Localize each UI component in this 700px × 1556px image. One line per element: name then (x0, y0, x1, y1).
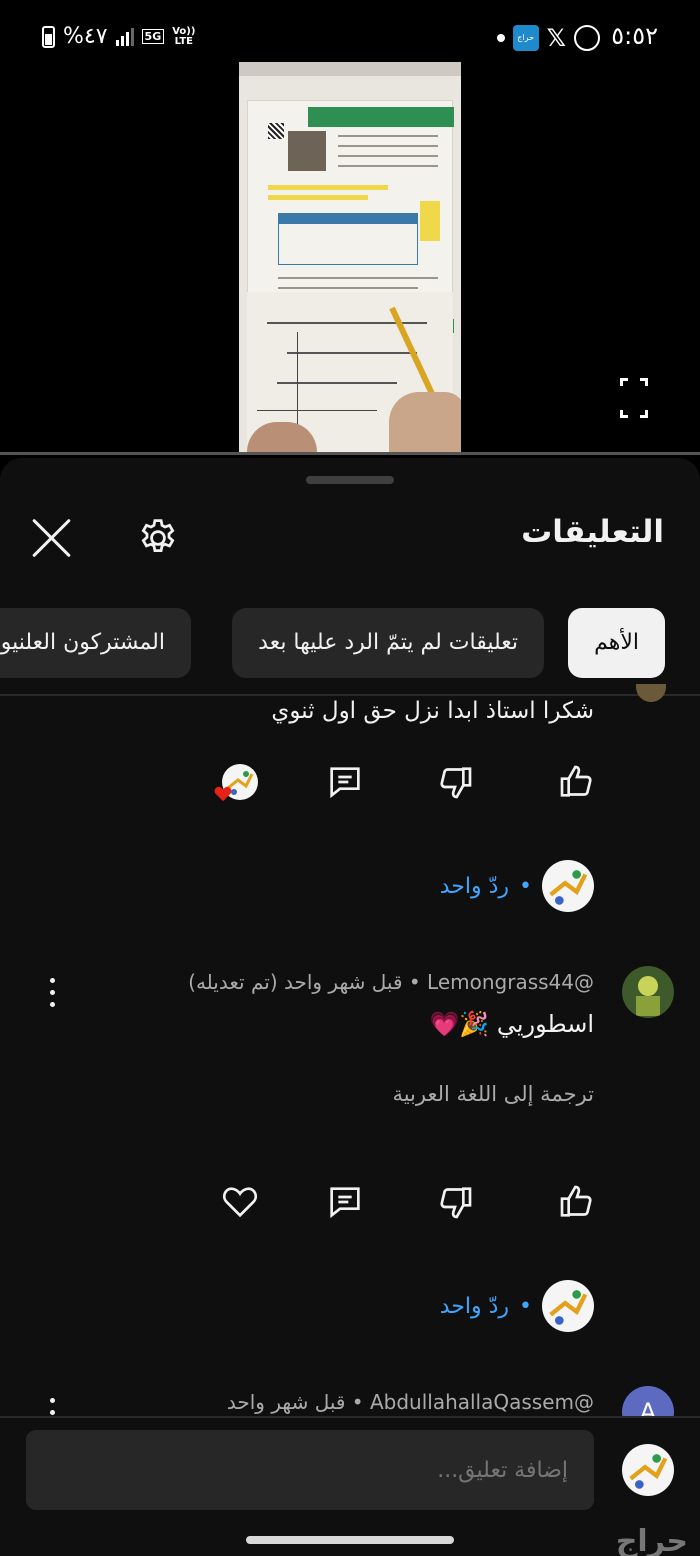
heart-outline-icon[interactable] (220, 1182, 260, 1222)
comment-meta: @Lemongrass44 • قبل شهر واحد (تم تعديله) (188, 970, 594, 994)
replies-link[interactable]: • ردّ واحد (440, 860, 594, 912)
more-options-icon[interactable] (40, 976, 64, 1010)
thumbs-up-icon[interactable] (557, 762, 597, 802)
reply-avatar (542, 1280, 594, 1332)
haraj-app-icon: حراج (512, 25, 539, 51)
x-app-icon: 𝕏 (546, 24, 566, 52)
video-player[interactable] (0, 62, 700, 454)
comment-time: قبل شهر واحد (226, 1390, 346, 1414)
reply-icon[interactable] (325, 762, 365, 802)
translate-link[interactable]: ترجمة إلى اللغة العربية (392, 1082, 594, 1106)
add-comment-bar: حراج (0, 1416, 700, 1556)
replies-count: ردّ واحد (439, 1293, 510, 1319)
comments-title: التعليقات (521, 514, 664, 550)
video-progress-bar[interactable] (0, 452, 700, 455)
creator-heart-icon (214, 786, 232, 802)
comments-sheet: التعليقات الأهم تعليقات لم يتمّ الرد علي… (0, 458, 700, 1556)
chip-top[interactable]: الأهم (568, 608, 665, 678)
comment-author[interactable]: @AbdullahallaQassem (370, 1390, 594, 1414)
battery-percent: %٤٧ (63, 24, 108, 49)
fullscreen-icon[interactable] (620, 378, 648, 418)
comment-text: اسطوريي 🎉💗 (429, 1010, 594, 1038)
reply-icon[interactable] (325, 1182, 365, 1222)
network-5g: 5G (141, 29, 165, 44)
volte-icon: Vo)) LTE (172, 25, 196, 47)
reply-avatar (542, 860, 594, 912)
home-indicator[interactable] (246, 1536, 454, 1544)
whatsapp-icon (574, 25, 600, 51)
battery-icon (42, 25, 55, 48)
notification-icons: حراج 𝕏 (496, 24, 600, 52)
meta-separator: • (345, 1390, 364, 1414)
clock: ٥:٥٢ (611, 22, 658, 50)
replies-link[interactable]: • ردّ واحد (440, 1280, 594, 1332)
watermark-logo: حراج (615, 1524, 688, 1556)
comment-time: قبل شهر واحد (تم تعديله) (188, 970, 403, 994)
close-icon[interactable] (30, 516, 74, 560)
thumbs-up-icon[interactable] (557, 1182, 597, 1222)
comment-meta: @AbdullahallaQassem • قبل شهر واحد (227, 1390, 594, 1414)
chip-public-subscribers[interactable]: المشتركون العلنيون (0, 608, 191, 678)
gear-icon[interactable] (136, 516, 180, 560)
comment-avatar[interactable] (636, 684, 666, 702)
notification-dot-icon (496, 34, 505, 42)
volte-bottom: LTE (174, 35, 194, 47)
reply-bullet: • (519, 1293, 532, 1319)
replies-count: ردّ واحد (439, 873, 510, 899)
comment-text: شكرا استاذ ابدا نزل حق اول ثنوي (271, 698, 594, 724)
chips-divider (0, 694, 700, 696)
meta-separator: • (402, 970, 421, 994)
user-avatar (622, 1444, 674, 1496)
comment-avatar[interactable] (622, 966, 674, 1018)
thumbs-down-icon[interactable] (435, 1182, 475, 1222)
volte-top: Vo)) (172, 25, 196, 37)
signal-icon (115, 27, 134, 46)
filter-chips: الأهم تعليقات لم يتمّ الرد عليها بعد الم… (0, 608, 700, 678)
drag-handle[interactable] (306, 476, 394, 484)
comment-author[interactable]: @Lemongrass44 (427, 970, 594, 994)
chip-unreplied[interactable]: تعليقات لم يتمّ الرد عليها بعد (232, 608, 544, 678)
status-left: %٤٧ 5G Vo)) LTE (42, 24, 195, 49)
add-comment-input[interactable] (26, 1430, 594, 1510)
reply-bullet: • (519, 873, 532, 899)
thumbs-down-icon[interactable] (435, 762, 475, 802)
video-frame (239, 62, 461, 454)
